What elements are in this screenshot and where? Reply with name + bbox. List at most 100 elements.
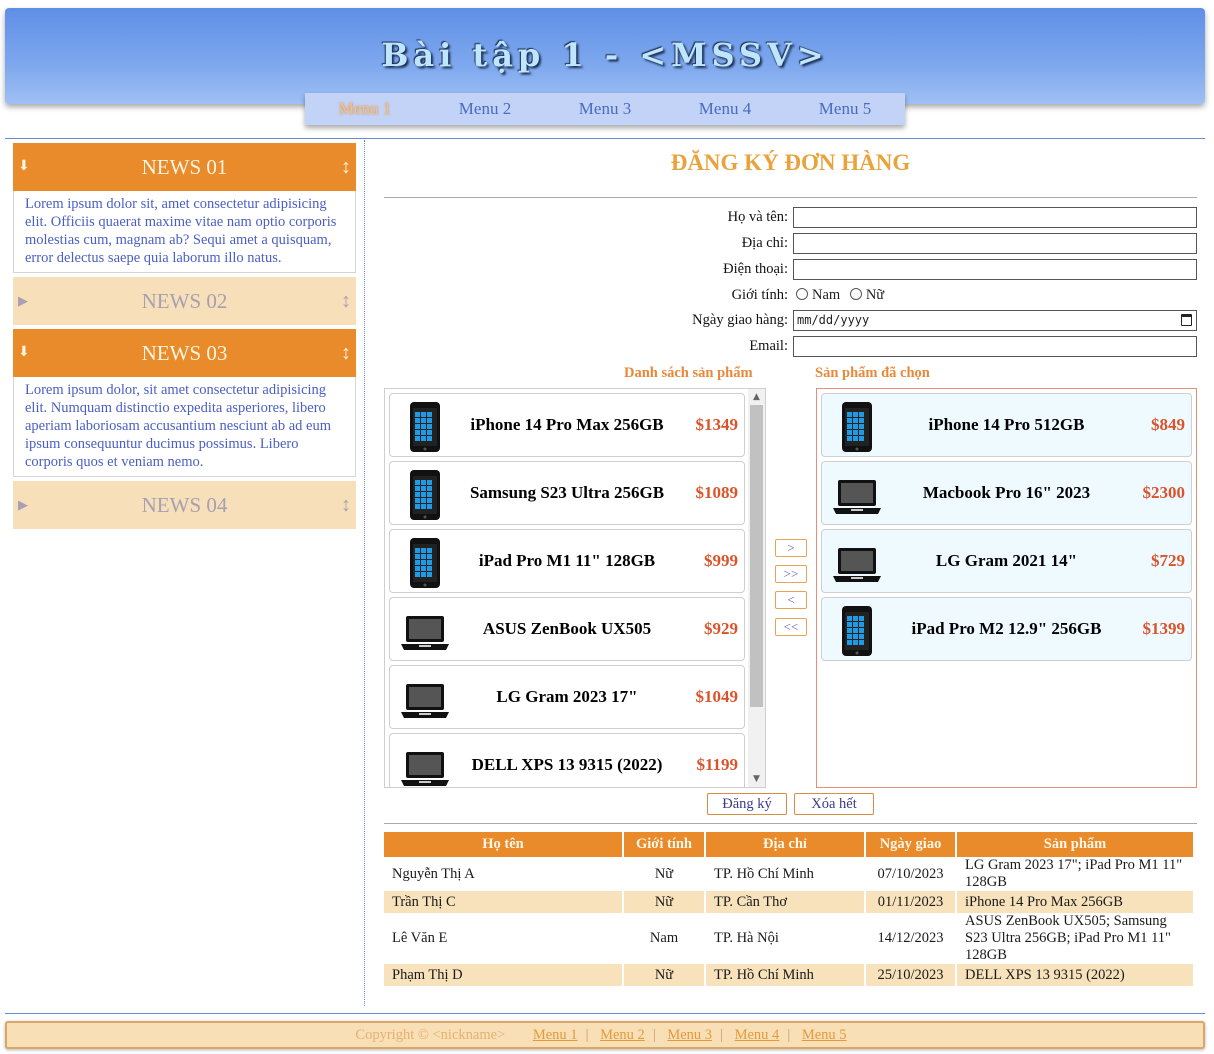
clear-button[interactable]: Xóa hết [794, 793, 874, 815]
news-title: NEWS 04 [141, 493, 228, 517]
news-header-2[interactable]: ▶ NEWS 02 ↕ [13, 277, 356, 325]
table-cell: ASUS ZenBook UX505; Samsung S23 Ultra 25… [965, 913, 1171, 963]
email-field[interactable] [793, 336, 1197, 357]
phone-field[interactable] [793, 259, 1197, 280]
footer-link-4[interactable]: Menu 4 [735, 1027, 780, 1043]
menu-item-4[interactable]: Menu 4 [665, 93, 785, 125]
table-cell: 25/10/2023 [866, 964, 955, 986]
news-body-3: Lorem ipsum dolor, sit amet consectetur … [13, 377, 356, 477]
delivery-date-field[interactable]: mm/dd/yyyy [793, 310, 1197, 331]
address-row: Địa chỉ: [384, 233, 1197, 255]
product-item[interactable]: LG Gram 2023 17" $1049 [389, 665, 745, 729]
news-header-4[interactable]: ▶ NEWS 04 ↕ [13, 481, 356, 529]
product-item[interactable]: Samsung S23 Ultra 256GB $1089 [389, 461, 745, 525]
news-panel-2: ▶ NEWS 02 ↕ [13, 277, 356, 325]
table-cell: TP. Hồ Chí Minh [714, 865, 814, 882]
menu-item-1[interactable]: Menu 1 [305, 93, 425, 125]
table-cell: Lê Văn E [392, 930, 448, 946]
product-item[interactable]: iPad Pro M2 12.9" 256GB $1399 [821, 597, 1192, 661]
address-label: Địa chỉ: [741, 235, 788, 251]
laptop-icon [398, 740, 452, 787]
submit-button[interactable]: Đăng ký [707, 793, 787, 815]
email-label: Email: [749, 338, 788, 354]
selected-products-list[interactable]: iPhone 14 Pro 512GB $849 Macbook Pro 16" 2… [816, 388, 1197, 788]
menu-item-5[interactable]: Menu 5 [785, 93, 905, 125]
phone-row: Điện thoại: [384, 259, 1197, 281]
menu-item-2[interactable]: Menu 2 [425, 93, 545, 125]
calendar-icon[interactable] [1181, 314, 1192, 326]
name-field[interactable] [793, 207, 1197, 228]
news-panel-3: ⬇ NEWS 03 ↕ Lorem ipsum dolor, sit amet … [13, 329, 356, 477]
email-row: Email: [384, 336, 1197, 358]
product-item[interactable]: iPhone 14 Pro Max 256GB $1349 [389, 393, 745, 457]
laptop-icon [830, 536, 884, 588]
table-cell: 07/10/2023 [877, 865, 944, 882]
product-name: iPad Pro M1 11" 128GB [478, 551, 656, 570]
move-one-right-button[interactable]: > [775, 539, 807, 557]
news-header-3[interactable]: ⬇ NEWS 03 ↕ [13, 329, 356, 377]
table-cell: Trần Thị C [384, 891, 622, 913]
table-row: Nguyễn Thị A Nữ TP. Hồ Chí Minh 07/10/2023 L… [384, 857, 1193, 891]
table-cell: Phạm Thị D [384, 964, 622, 986]
move-all-left-button[interactable]: << [775, 618, 807, 636]
product-item[interactable]: Macbook Pro 16" 2023 $2300 [821, 461, 1192, 525]
available-list-caption: Danh sách sản phẩm [624, 365, 753, 381]
site-title: Bài tập 1 - <MSSV> [381, 36, 829, 74]
product-item[interactable]: ASUS ZenBook UX505 $929 [389, 597, 745, 661]
product-name: LG Gram 2021 14" [935, 551, 1078, 570]
news-title: NEWS 02 [141, 289, 228, 313]
gender-radio-female[interactable] [849, 288, 862, 300]
product-price: $999 [704, 551, 738, 570]
gender-radio-male[interactable] [796, 288, 808, 300]
news-panel-1: ⬇ NEWS 01 ↕ Lorem ipsum dolor sit, amet … [13, 143, 356, 273]
arrow-down-icon: ⬇ [18, 159, 30, 174]
title-divider [384, 197, 1197, 198]
scrollbar-thumb[interactable] [750, 405, 763, 707]
table-row: Trần Thị C Nữ TP. Cần Thơ 01/11/2023 iPhone … [384, 891, 1193, 913]
resize-vertical-icon: ↕ [341, 494, 351, 516]
footer-link-1[interactable]: Menu 1 [533, 1027, 578, 1043]
table-cell: Nữ [624, 964, 704, 986]
product-item[interactable]: iPad Pro M1 11" 128GB $999 [389, 529, 745, 593]
page-footer: Copyright © <nickname> Menu 1 | Menu 2 | M… [5, 1021, 1205, 1049]
gender-male-label: Nam [812, 287, 841, 303]
move-all-right-button[interactable]: >> [775, 565, 807, 583]
product-name: iPhone 14 Pro Max 256GB [470, 415, 664, 434]
product-price: $1199 [696, 755, 738, 774]
col-header-products: Sản phẩm [957, 832, 1193, 857]
move-one-left-button[interactable]: < [775, 591, 807, 609]
footer-link-5[interactable]: Menu 5 [802, 1027, 847, 1043]
gender-label: Giới tính: [731, 287, 788, 303]
product-price: $2300 [1142, 483, 1186, 502]
arrow-down-icon: ⬇ [18, 345, 30, 360]
phone-icon [830, 604, 884, 656]
table-row: Lê Văn E Nam TP. Hà Nội 14/12/2023 ASUS ZenB… [384, 913, 1193, 964]
list-scrollbar[interactable]: ▲ ▼ [748, 389, 765, 787]
address-field[interactable] [793, 233, 1197, 254]
product-item[interactable]: LG Gram 2021 14" $729 [821, 529, 1192, 593]
triangle-right-icon: ▶ [18, 293, 28, 308]
gender-female-label: Nữ [865, 287, 885, 303]
name-label: Họ và tên: [727, 209, 788, 225]
scroll-down-icon[interactable]: ▼ [748, 771, 765, 787]
product-item[interactable]: iPhone 14 Pro 512GB $849 [821, 393, 1192, 457]
news-header-1[interactable]: ⬇ NEWS 01 ↕ [13, 143, 356, 191]
footer-link-2[interactable]: Menu 2 [600, 1027, 645, 1043]
table-divider [384, 823, 1197, 824]
table-cell: Nữ [654, 865, 674, 882]
sidebar-divider [364, 140, 365, 1006]
news-title: NEWS 01 [141, 155, 228, 179]
footer-divider [5, 1013, 1205, 1014]
product-price: $1349 [695, 415, 739, 434]
scroll-up-icon[interactable]: ▲ [748, 389, 765, 405]
product-item[interactable]: DELL XPS 13 9315 (2022) $1199 [389, 733, 745, 787]
product-name: LG Gram 2023 17" [496, 687, 638, 706]
footer-link-3[interactable]: Menu 3 [667, 1027, 712, 1043]
table-cell: 14/12/2023 [877, 930, 944, 946]
available-products-list[interactable]: ▲ ▼ iPhone 14 Pro Max 256GB $1349 Samsung … [384, 388, 766, 788]
menu-item-3[interactable]: Menu 3 [545, 93, 665, 125]
product-name: ASUS ZenBook UX505 [482, 619, 652, 638]
news-title: NEWS 03 [141, 341, 228, 365]
product-price: $729 [1151, 551, 1185, 570]
phone-icon [398, 468, 452, 520]
